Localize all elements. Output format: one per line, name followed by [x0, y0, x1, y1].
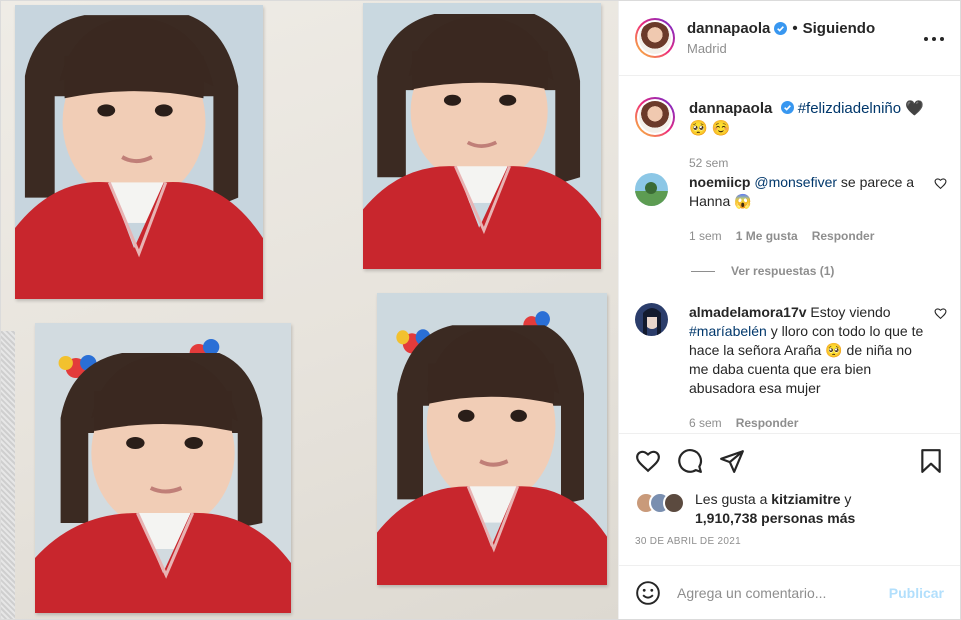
heart-icon[interactable]	[635, 448, 661, 474]
child-portrait-2	[363, 3, 601, 269]
comment-username[interactable]: almadelamora17v	[689, 304, 807, 320]
caption-avatar[interactable]	[635, 97, 675, 137]
caption-username[interactable]: dannapaola	[689, 100, 772, 117]
likes-prefix: Les gusta a	[695, 491, 772, 507]
view-replies-label: Ver respuestas (1)	[731, 264, 835, 278]
commenter-avatar[interactable]	[635, 173, 668, 206]
likers-avatars[interactable]	[635, 492, 689, 516]
comment-hashtag[interactable]: #maríabelén	[689, 323, 767, 339]
comment-item: almadelamora17v Estoy viendo #maríabelén…	[635, 303, 947, 430]
comment-username[interactable]: noemiicp	[689, 174, 750, 190]
post-details-panel: dannapaola • Siguiendo Madrid dannapaola…	[618, 1, 960, 619]
reply-button[interactable]: Responder	[812, 229, 875, 243]
following-button[interactable]: Siguiendo	[803, 20, 876, 37]
caption-time[interactable]: 52 sem	[689, 153, 945, 173]
post-actions: Les gusta a kitziamitre y 1,910,738 pers…	[619, 433, 960, 565]
likes-user[interactable]: kitziamitre	[771, 491, 840, 507]
commenter-avatar[interactable]	[635, 303, 668, 336]
more-options-icon[interactable]	[924, 29, 944, 49]
caption-hashtag[interactable]: #felizdiadelniño	[798, 100, 901, 117]
post-caption: dannapaola #felizdiadelniño 🖤 🥺 ☺️ 52 se…	[635, 97, 945, 173]
emoji-icon[interactable]	[635, 580, 661, 606]
save-icon[interactable]	[918, 448, 944, 474]
heart-icon[interactable]	[934, 177, 947, 190]
child-portrait-1	[15, 5, 263, 299]
reply-button[interactable]: Responder	[736, 416, 799, 430]
post-photo[interactable]	[1, 1, 618, 619]
heart-icon[interactable]	[934, 307, 947, 320]
share-icon[interactable]	[719, 448, 745, 474]
post-header: dannapaola • Siguiendo Madrid	[619, 1, 960, 76]
comment-likes[interactable]: 1 Me gusta	[736, 229, 798, 243]
fabric-texture	[1, 331, 15, 619]
comment-mention[interactable]: @monsefiver	[754, 174, 837, 190]
comment-item: noemiicp @monsefiver se parece a Hanna 😱…	[635, 173, 947, 243]
replies-line	[691, 270, 715, 272]
action-bar	[635, 448, 944, 474]
comment-text-before: Estoy viendo	[806, 304, 891, 320]
author-username[interactable]: dannapaola	[687, 20, 770, 37]
view-replies-button[interactable]: Ver respuestas (1)	[691, 264, 834, 278]
comment-input[interactable]	[677, 584, 889, 601]
child-portrait-4	[377, 293, 607, 585]
post-modal: dannapaola • Siguiendo Madrid dannapaola…	[0, 0, 961, 620]
likes-summary: Les gusta a kitziamitre y 1,910,738 pers…	[635, 490, 944, 528]
publish-button[interactable]: Publicar	[889, 585, 944, 601]
comments-section: dannapaola #felizdiadelniño 🖤 🥺 ☺️ 52 se…	[619, 77, 960, 433]
post-date[interactable]: 30 DE ABRIL DE 2021	[635, 536, 741, 547]
comment-icon[interactable]	[677, 448, 703, 474]
post-location[interactable]: Madrid	[687, 41, 875, 56]
comment-time[interactable]: 1 sem	[689, 229, 722, 243]
author-avatar[interactable]	[635, 18, 675, 58]
likes-count[interactable]: 1,910,738 personas más	[695, 510, 855, 526]
verified-icon	[780, 101, 794, 114]
verified-icon	[774, 22, 788, 35]
comment-time[interactable]: 6 sem	[689, 416, 722, 430]
separator-dot: •	[792, 20, 798, 37]
likes-conj: y	[840, 491, 852, 507]
add-comment-bar: Publicar	[619, 565, 960, 619]
child-portrait-3	[35, 323, 291, 613]
